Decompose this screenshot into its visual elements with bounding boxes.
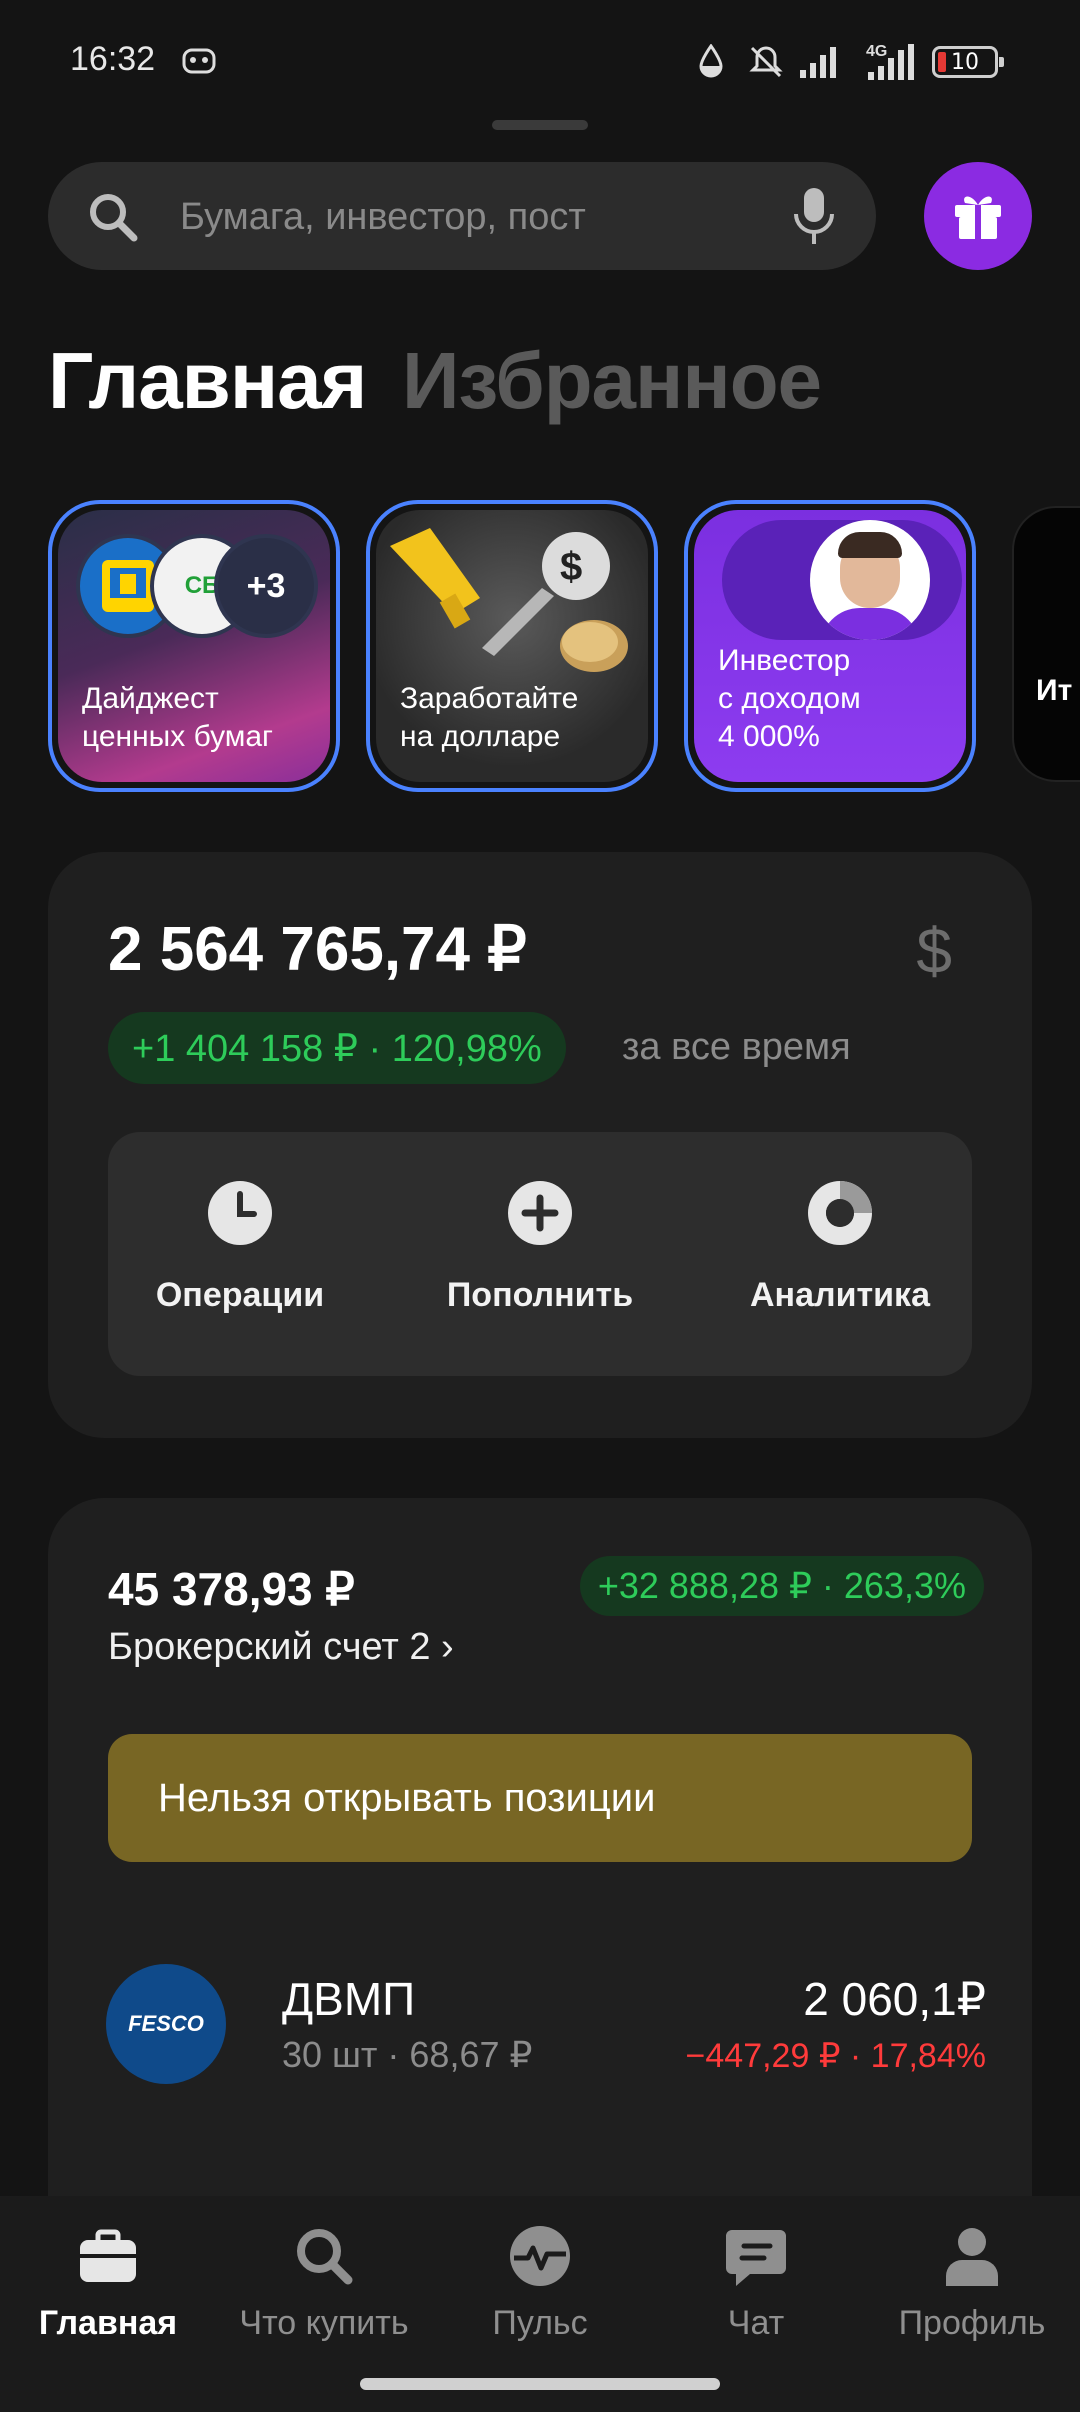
story-investor-income[interactable]: Инвестор с доходом 4 000%	[684, 500, 976, 792]
status-time: 16:32	[70, 40, 156, 78]
nav-home[interactable]: Главная	[0, 2224, 216, 2343]
gift-icon	[955, 196, 1001, 239]
broker-gain-badge: +32 888,28 ₽ · 263,3%	[579, 1556, 984, 1616]
restriction-banner[interactable]: Нельзя открывать позиции	[108, 1734, 972, 1862]
search-icon	[90, 194, 138, 242]
position-value: 2 060,1₽	[803, 1973, 986, 2025]
position-quantity: 30 шт · 68,67 ₽	[282, 2034, 533, 2075]
home-indicator[interactable]	[360, 2378, 720, 2390]
portfolio-card: 2 564 765,74 ₽ $ +1 404 158 ₽ · 120,98% …	[48, 852, 1032, 1438]
story-title: Дайджест ценных бумаг	[82, 682, 274, 753]
nav-chat[interactable]: Чат	[648, 2224, 864, 2343]
top-up-button[interactable]: Пополнить	[410, 1180, 670, 1315]
portfolio-gain-badge: +1 404 158 ₽ · 120,98%	[108, 1012, 566, 1084]
nav-chat-label: Чат	[727, 2304, 785, 2342]
nav-what-to-buy[interactable]: Что купить	[216, 2224, 432, 2343]
portfolio-total: 2 564 765,74 ₽	[108, 915, 527, 984]
operations-label: Операции	[155, 1276, 325, 1314]
battery-level: 10	[951, 49, 979, 75]
mute-icon	[749, 46, 783, 78]
search-input[interactable]: Бумага, инвестор, пост	[180, 196, 586, 239]
more-logos-count: +3	[214, 534, 318, 638]
svg-text:$: $	[560, 545, 582, 589]
analytics-button[interactable]: Аналитика	[710, 1180, 970, 1315]
nav-pulse[interactable]: Пульс	[432, 2224, 648, 2343]
restriction-text: Нельзя открывать позиции	[158, 1776, 656, 1820]
sheet-handle[interactable]	[492, 120, 588, 130]
nav-what-to-buy-label: Что купить	[239, 2304, 409, 2342]
nav-pulse-label: Пульс	[492, 2304, 588, 2342]
fesco-logo-text: FESCO	[128, 2011, 204, 2036]
more-count-label: +3	[246, 566, 286, 605]
signal-4g-icon: 4G	[866, 43, 914, 80]
status-bar: 16:32 4G 10	[0, 0, 1080, 124]
broker-account-link[interactable]: Брокерский счет 2 ›	[108, 1626, 454, 1669]
investor-avatar	[810, 520, 930, 640]
profile-icon	[946, 2228, 998, 2286]
position-change: −447,29 ₽ · 17,84%	[685, 2037, 986, 2075]
tab-favorites[interactable]: Избранное	[402, 335, 822, 427]
nav-home-label: Главная	[38, 2304, 178, 2342]
story-earn-dollar[interactable]: $ Заработайте на долларе	[366, 500, 658, 792]
plus-icon	[508, 1181, 572, 1245]
story-partial[interactable]: Ит	[1012, 506, 1080, 782]
battery-indicator: 10	[932, 46, 1004, 78]
tab-main[interactable]: Главная	[48, 335, 367, 427]
data-saver-icon	[699, 44, 723, 78]
gain-period-selector[interactable]: за все время	[622, 1026, 851, 1069]
broker-account-value: 45 378,93 ₽	[108, 1563, 355, 1615]
nav-profile-label: Профиль	[898, 2304, 1046, 2342]
fesco-logo: FESCO	[106, 1964, 226, 2084]
keys-illustration: $	[390, 528, 628, 672]
pie-chart-icon	[808, 1181, 872, 1245]
app-notification-icon	[182, 48, 216, 74]
chat-icon	[726, 2230, 786, 2286]
briefcase-icon	[80, 2229, 136, 2282]
story-securities-digest[interactable]: СБ +3 Дайджест ценных бумаг	[48, 500, 340, 792]
gift-button[interactable]	[924, 162, 1032, 270]
pulse-icon	[510, 2226, 570, 2286]
search-bar[interactable]: Бумага, инвестор, пост	[48, 162, 876, 270]
story-title: Заработайте на долларе	[400, 682, 579, 753]
svg-text:4G: 4G	[866, 43, 887, 60]
currency-toggle-icon[interactable]: $	[916, 914, 952, 988]
actions-box: Операции Пополнить Аналитика	[108, 1132, 972, 1376]
search-icon	[297, 2229, 353, 2285]
analytics-label: Аналитика	[750, 1276, 930, 1314]
signal-icon	[800, 47, 836, 78]
broker-account-card[interactable]: 45 378,93 ₽ +32 888,28 ₽ · 263,3% Брокер…	[48, 1498, 1032, 2258]
position-ticker[interactable]: ДВМП	[282, 1972, 415, 2026]
microphone-icon[interactable]	[792, 186, 836, 246]
operations-button[interactable]: Операции	[110, 1180, 370, 1315]
clock-icon	[208, 1181, 272, 1245]
story-title: Ит	[1036, 674, 1073, 707]
nav-profile[interactable]: Профиль	[864, 2224, 1080, 2343]
top-up-label: Пополнить	[446, 1276, 634, 1314]
story-title: Инвестор с доходом 4 000%	[718, 644, 861, 753]
